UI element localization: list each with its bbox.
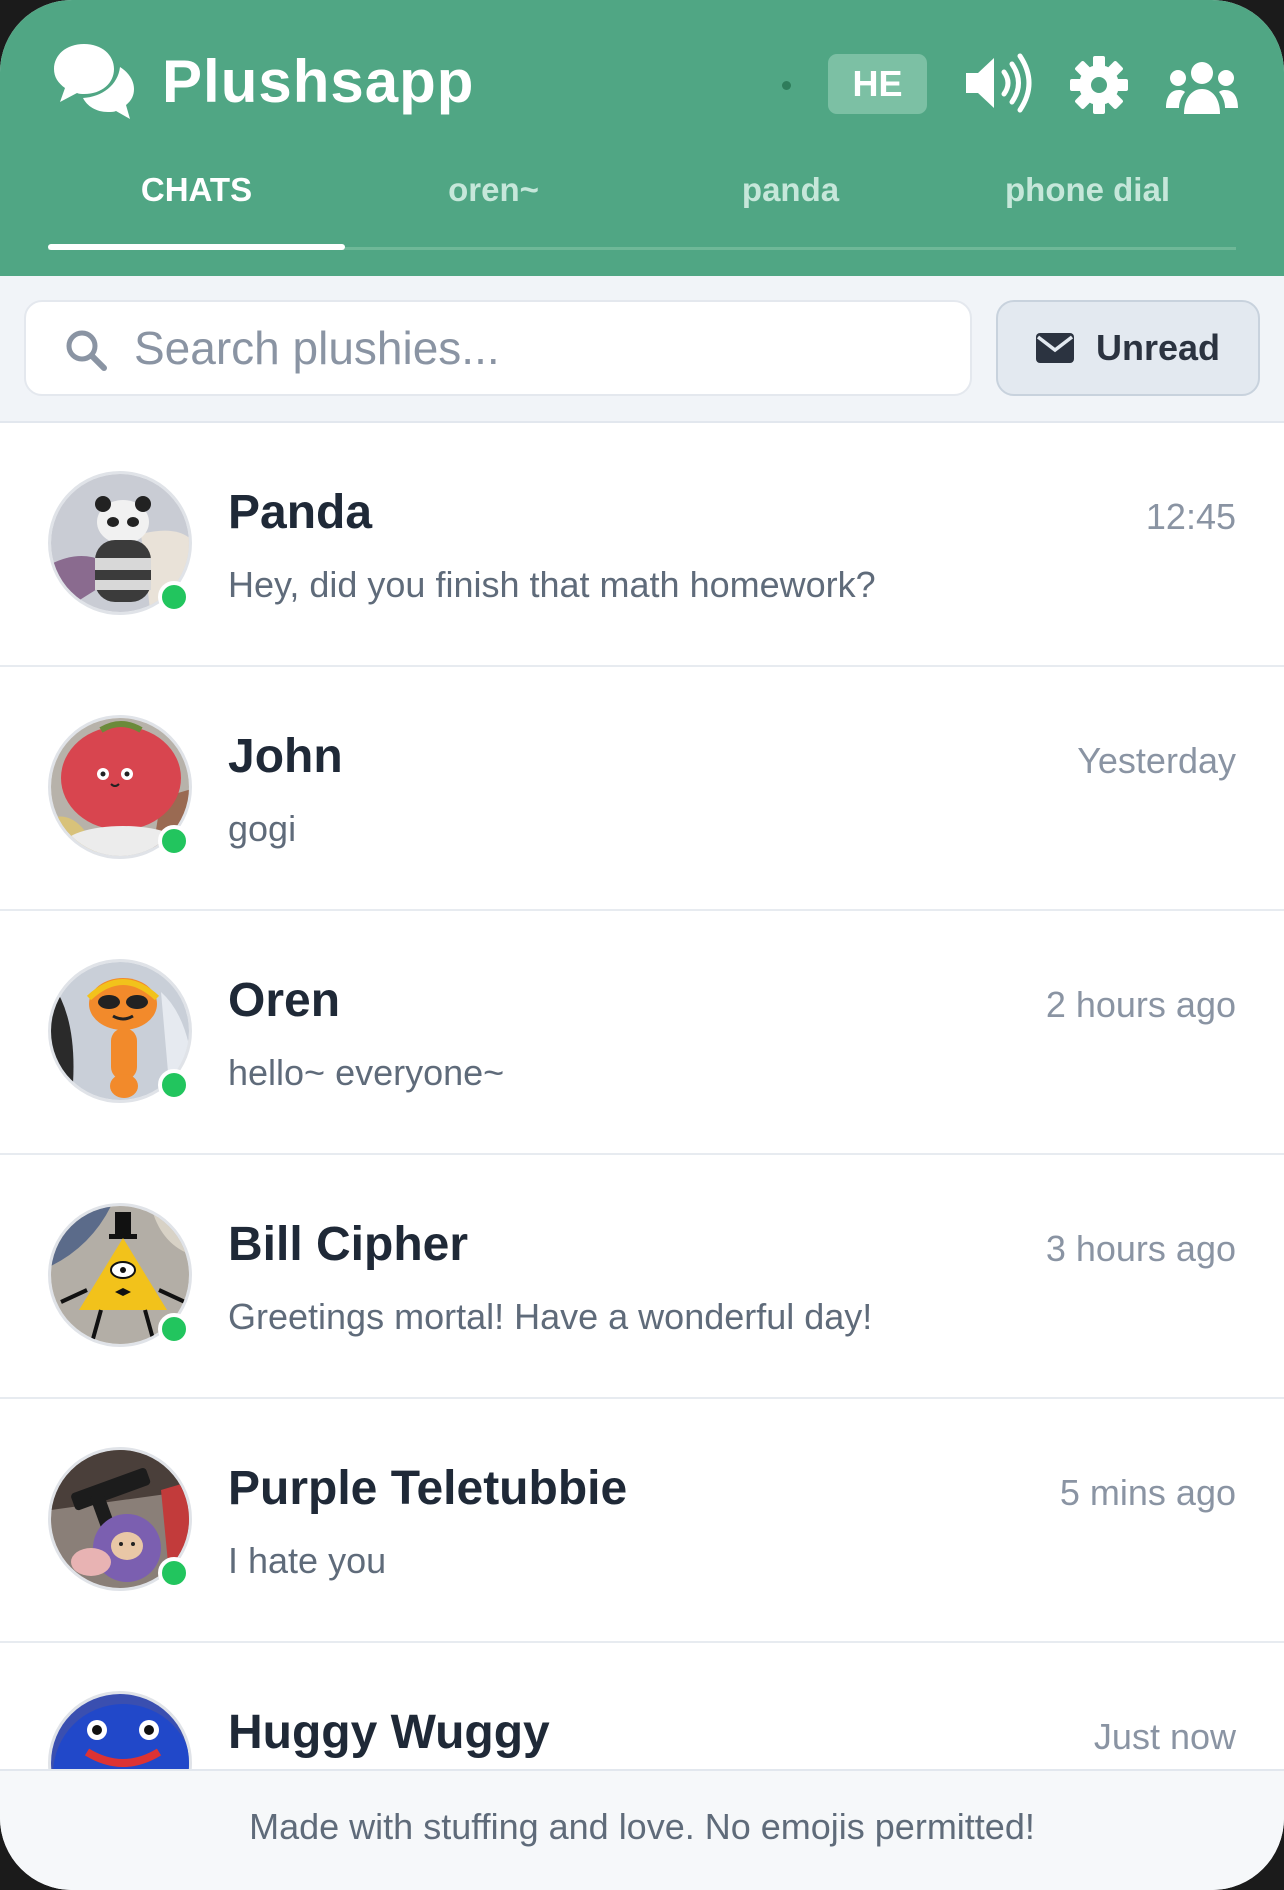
chat-name: Huggy Wuggy	[228, 1706, 550, 1759]
app-header: Plushsapp HE CHATS oren~ panda phone dia…	[0, 0, 1284, 276]
chat-bubbles-icon	[54, 44, 134, 119]
gear-icon[interactable]	[1069, 52, 1129, 118]
chat-time: 12:45	[1145, 496, 1236, 537]
chat-name: Bill Cipher	[228, 1218, 469, 1271]
chat-item-huggy-wuggy[interactable]: Huggy Wuggy Just now	[0, 1643, 1284, 1769]
language-toggle-button[interactable]: HE	[828, 54, 927, 114]
online-indicator	[158, 581, 190, 613]
tab-phone-dial[interactable]: phone dial	[939, 150, 1236, 250]
chat-item-purple-teletubbie[interactable]: Purple Teletubbie 5 mins ago I hate you	[0, 1399, 1284, 1643]
search-icon	[66, 330, 107, 371]
search-box[interactable]	[24, 300, 972, 396]
chat-item-panda[interactable]: Panda 12:45 Hey, did you finish that mat…	[0, 423, 1284, 667]
active-tab-indicator	[48, 244, 345, 250]
users-icon[interactable]	[1166, 54, 1238, 120]
tab-chats[interactable]: CHATS	[48, 150, 345, 250]
chat-last-message: Greetings mortal! Have a wonderful day!	[228, 1296, 873, 1337]
chat-time: Yesterday	[1077, 740, 1236, 781]
tab-panda[interactable]: panda	[642, 150, 939, 250]
app-window: Plushsapp HE CHATS oren~ panda phone dia…	[0, 0, 1284, 1890]
chat-last-message: gogi	[228, 808, 297, 849]
chat-time: 3 hours ago	[1045, 1228, 1236, 1269]
unread-filter-label: Unread	[1095, 327, 1221, 368]
connection-status-dot	[782, 81, 791, 90]
chat-last-message: I hate you	[228, 1540, 387, 1581]
chat-time: Just now	[1093, 1716, 1236, 1757]
search-bar-area: Unread	[0, 276, 1284, 423]
online-indicator	[158, 1313, 190, 1345]
chat-time: 5 mins ago	[1059, 1472, 1236, 1513]
online-indicator	[158, 1557, 190, 1589]
chat-item-bill-cipher[interactable]: Bill Cipher 3 hours ago Greetings mortal…	[0, 1155, 1284, 1399]
chat-time: 2 hours ago	[1045, 984, 1236, 1025]
chat-last-message: hello~ everyone~	[228, 1052, 505, 1093]
footer-note: Made with stuffing and love. No emojis p…	[0, 1769, 1284, 1890]
app-title: Plushsapp	[162, 48, 475, 115]
unread-filter-button[interactable]: Unread	[996, 300, 1260, 396]
chat-name: John	[228, 730, 343, 783]
tab-oren[interactable]: oren~	[345, 150, 642, 250]
speaker-icon[interactable]	[962, 50, 1034, 116]
tab-bar: CHATS oren~ panda phone dial	[48, 150, 1236, 250]
avatar	[48, 1691, 192, 1769]
online-indicator	[158, 1069, 190, 1101]
search-input[interactable]	[134, 316, 934, 380]
chat-list: Panda 12:45 Hey, did you finish that mat…	[0, 423, 1284, 1769]
chat-item-john[interactable]: John Yesterday gogi	[0, 667, 1284, 911]
chat-last-message: Hey, did you finish that math homework?	[228, 564, 876, 605]
online-indicator	[158, 825, 190, 857]
chat-name: Purple Teletubbie	[228, 1462, 628, 1515]
chat-name: Oren	[228, 974, 341, 1027]
chat-item-oren[interactable]: Oren 2 hours ago hello~ everyone~	[0, 911, 1284, 1155]
envelope-icon	[1035, 333, 1074, 363]
chat-name: Panda	[228, 486, 373, 539]
